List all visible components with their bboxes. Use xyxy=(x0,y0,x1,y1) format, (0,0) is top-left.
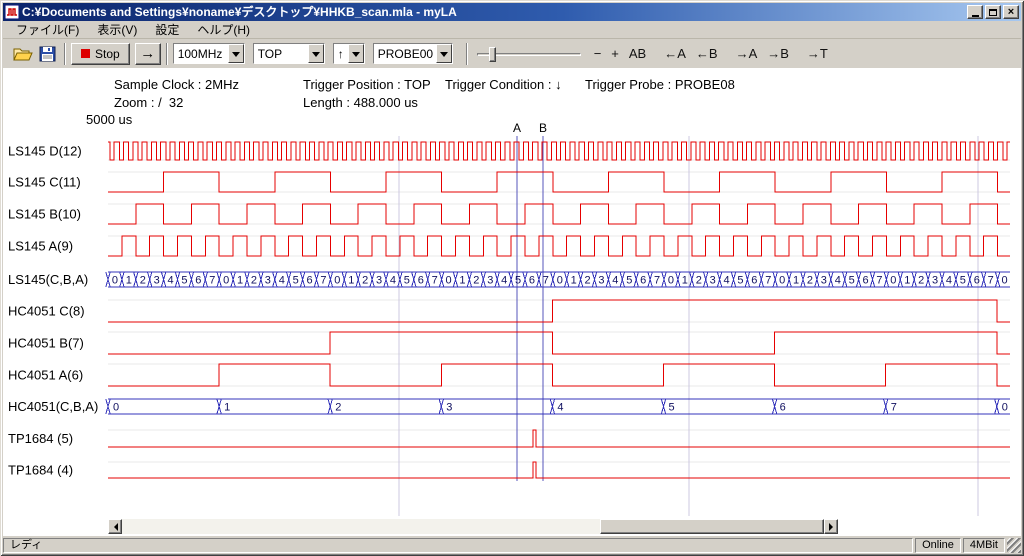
sample-clock-value: 100MHz xyxy=(174,44,228,63)
run-button[interactable]: → xyxy=(135,43,161,65)
scroll-right-button[interactable] xyxy=(824,519,838,534)
arrow-right-icon xyxy=(829,523,837,531)
chevron-down-icon[interactable] xyxy=(228,44,244,63)
toolbar-separator xyxy=(166,43,168,65)
open-button[interactable] xyxy=(11,42,35,66)
trigger-probe-text: Trigger Probe : PROBE08 xyxy=(585,77,735,92)
app-icon xyxy=(5,5,19,19)
close-button[interactable]: × xyxy=(1003,5,1019,19)
menu-bar: ファイル(F) 表示(V) 設定 ヘルプ(H) xyxy=(3,21,1021,38)
status-online: Online xyxy=(915,538,961,553)
menu-view[interactable]: 表示(V) xyxy=(88,20,146,39)
menu-file[interactable]: ファイル(F) xyxy=(7,20,88,39)
set-marker-a-button[interactable]: →A xyxy=(731,43,763,64)
stop-button[interactable]: Stop xyxy=(71,43,130,65)
trigger-position-text: Trigger Position : TOP xyxy=(303,77,431,92)
zoom-out-button[interactable]: − xyxy=(589,43,607,64)
trigger-probe-select[interactable]: PROBE00 xyxy=(373,43,453,64)
floppy-disk-icon xyxy=(39,46,56,62)
minimize-button[interactable] xyxy=(967,5,983,19)
trigger-position-value: TOP xyxy=(254,44,308,63)
zoom-in-button[interactable]: + xyxy=(606,43,624,64)
trigger-condition-text: Trigger Condition : ↓ xyxy=(445,77,562,92)
length-text: Length : 488.000 us xyxy=(303,95,418,110)
trigger-edge-value: ↑ xyxy=(334,44,348,63)
zoom-text: Zoom : / 32 xyxy=(114,95,183,110)
sample-clock-text: Sample Clock : 2MHz xyxy=(114,77,239,92)
sample-clock-select[interactable]: 100MHz xyxy=(173,43,245,64)
window-controls: × xyxy=(967,5,1019,19)
app-window: C:¥Documents and Settings¥noname¥デスクトップ¥… xyxy=(0,0,1024,556)
close-icon: × xyxy=(1008,7,1014,17)
title-bar: C:¥Documents and Settings¥noname¥デスクトップ¥… xyxy=(3,3,1021,21)
toolbar: Stop → 100MHz TOP ↑ PROBE00 − + AB ←A ←B xyxy=(3,38,1021,68)
resize-grip[interactable] xyxy=(1007,538,1021,553)
horizontal-scrollbar[interactable] xyxy=(108,519,838,534)
trigger-position-select[interactable]: TOP xyxy=(253,43,325,64)
time-division-text: 5000 us xyxy=(86,112,132,127)
goto-trigger-button[interactable]: →T xyxy=(802,43,833,64)
save-button[interactable] xyxy=(35,42,59,66)
stop-label: Stop xyxy=(95,47,120,61)
toolbar-separator xyxy=(64,43,66,65)
ab-button[interactable]: AB xyxy=(624,43,651,64)
minimize-icon xyxy=(972,15,979,17)
arrow-left-icon xyxy=(110,523,118,531)
maximize-button[interactable] xyxy=(985,5,1001,19)
goto-marker-a-button[interactable]: ←A xyxy=(659,43,691,64)
status-ready: レディ xyxy=(3,538,913,553)
trigger-edge-select[interactable]: ↑ xyxy=(333,43,365,64)
set-marker-b-button[interactable]: →B xyxy=(762,43,794,64)
scrollbar-thumb[interactable] xyxy=(600,519,824,534)
scroll-left-button[interactable] xyxy=(108,519,122,534)
chevron-down-icon[interactable] xyxy=(436,44,452,63)
slider-thumb[interactable] xyxy=(489,47,496,62)
menu-help[interactable]: ヘルプ(H) xyxy=(188,20,259,39)
goto-marker-b-button[interactable]: ←B xyxy=(691,43,723,64)
zoom-slider[interactable] xyxy=(477,44,581,64)
menu-settings[interactable]: 設定 xyxy=(146,20,188,39)
status-bar: レディ Online 4MBit xyxy=(3,536,1021,553)
chevron-down-icon[interactable] xyxy=(308,44,324,63)
chevron-down-icon[interactable] xyxy=(348,44,364,63)
trigger-probe-value: PROBE00 xyxy=(374,44,436,63)
waveform-client-area xyxy=(3,68,1021,536)
status-memory: 4MBit xyxy=(963,538,1005,553)
open-folder-icon xyxy=(13,46,33,62)
maximize-icon xyxy=(989,9,997,16)
stop-icon xyxy=(81,49,90,58)
window-title: C:¥Documents and Settings¥noname¥デスクトップ¥… xyxy=(22,3,964,21)
toolbar-separator xyxy=(466,43,468,65)
